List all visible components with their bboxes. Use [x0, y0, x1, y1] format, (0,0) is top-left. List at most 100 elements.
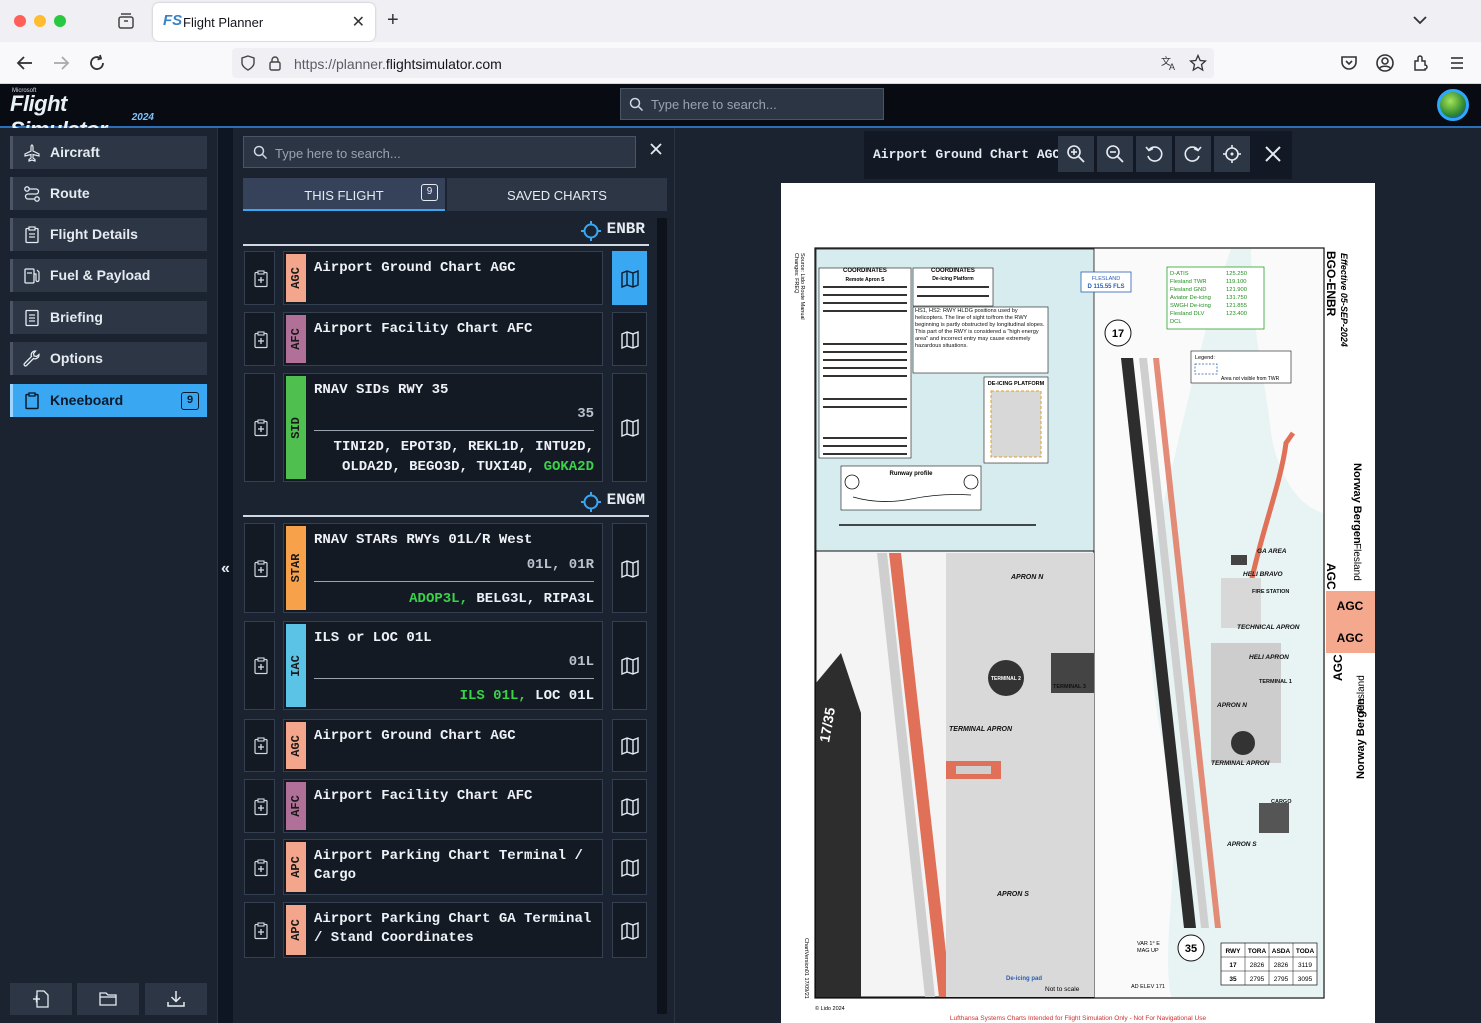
sidebar-item-label: Fuel & Payload — [50, 267, 151, 283]
pocket-icon[interactable] — [1339, 53, 1359, 73]
view-chart-button[interactable] — [612, 839, 647, 895]
table-header: RWY — [1225, 948, 1241, 955]
chart-card[interactable]: APC Airport Parking Chart GA Terminal / … — [283, 902, 603, 958]
chart-list-scrollbar[interactable] — [657, 218, 667, 1014]
window-minimize-button[interactable] — [34, 15, 46, 27]
view-chart-button[interactable] — [612, 373, 647, 482]
chart-card[interactable]: AGC Airport Ground Chart AGC — [283, 719, 603, 772]
shield-icon[interactable] — [240, 55, 256, 71]
sidebar-item-route[interactable]: Route — [10, 177, 207, 210]
center-button[interactable] — [1214, 136, 1250, 172]
chart-type-tag: AGC — [286, 722, 306, 769]
search-icon — [253, 145, 268, 160]
tab-close-icon[interactable]: ✕ — [352, 12, 365, 32]
add-to-kneeboard-button[interactable] — [244, 839, 275, 895]
chart-card[interactable]: AFC Airport Facility Chart AFC — [283, 312, 603, 366]
chart-card[interactable]: AGC Airport Ground Chart AGC — [283, 251, 603, 305]
chart-card[interactable]: STAR RNAV STARs RWYs 01L/R West 01L, 01R… — [283, 523, 603, 613]
coord-line — [823, 294, 907, 296]
add-to-kneeboard-button[interactable] — [244, 312, 275, 366]
table-header: TORA — [1248, 948, 1267, 955]
tab-saved-charts[interactable]: SAVED CHARTS — [447, 178, 667, 211]
window-close-button[interactable] — [14, 15, 26, 27]
view-chart-button[interactable] — [612, 312, 647, 366]
browser-tab[interactable]: FS Flight Planner ✕ — [153, 3, 375, 41]
chart-search-input[interactable]: Type here to search... — [243, 136, 636, 168]
chevron-down-icon[interactable] — [1411, 11, 1429, 29]
bookmark-star-icon[interactable] — [1189, 54, 1207, 72]
view-chart-button[interactable] — [612, 719, 647, 772]
procedure-highlight: ILS 01L, — [459, 688, 527, 704]
coordinates-title: COORDINATES — [843, 268, 887, 274]
tab-this-flight[interactable]: THIS FLIGHT 9 — [243, 178, 445, 211]
reload-icon[interactable] — [87, 53, 107, 73]
zoom-in-button[interactable] — [1058, 136, 1094, 172]
sidebar-item-fuel-payload[interactable]: Fuel & Payload — [10, 259, 207, 292]
chart-title: Airport Ground Chart AGC — [314, 260, 516, 276]
add-to-kneeboard-button[interactable] — [244, 779, 275, 833]
translate-icon[interactable]: 文A — [1160, 54, 1178, 72]
coord-line — [823, 453, 907, 455]
extensions-icon[interactable] — [1411, 53, 1431, 73]
chart-page[interactable]: COORDINATES Remote Apron S COORDINATES D… — [781, 183, 1375, 1023]
chart-title: Airport Facility Chart AFC — [314, 788, 533, 804]
add-to-kneeboard-button[interactable] — [244, 251, 275, 305]
back-arrow-icon[interactable] — [15, 53, 35, 73]
rwy-17-label: 17 — [1112, 328, 1124, 340]
sidebar-item-flight-details[interactable]: Flight Details — [10, 218, 207, 251]
forward-arrow-icon[interactable] — [51, 53, 71, 73]
chart-card[interactable]: AFC Airport Facility Chart AFC — [283, 779, 603, 833]
clipboard-add-icon — [254, 859, 268, 877]
chart-type-label: AFC — [289, 795, 303, 817]
collapse-sidebar-button[interactable]: « — [218, 560, 233, 590]
add-to-kneeboard-button[interactable] — [244, 621, 275, 710]
sidebar-item-briefing[interactable]: Briefing — [10, 301, 207, 334]
clipboard-add-icon — [254, 270, 268, 288]
add-to-kneeboard-button[interactable] — [244, 523, 275, 613]
sidebar-item-kneeboard[interactable]: Kneeboard 9 — [10, 384, 207, 417]
deicing-inset-title: DE-ICING PLATFORM — [988, 381, 1045, 387]
add-to-kneeboard-button[interactable] — [244, 719, 275, 772]
tab-label: THIS FLIGHT — [304, 188, 384, 203]
flight-simulator-logo[interactable]: Microsoft Flight Simulator 2024 — [10, 88, 160, 142]
open-folder-button[interactable] — [77, 983, 139, 1015]
address-bar[interactable]: https://planner.flightsimulator.com 文A — [232, 48, 1214, 78]
sidebar-item-options[interactable]: Options — [10, 342, 207, 375]
effective-date: Effective 05-SEP-2024 — [1339, 253, 1349, 347]
airport-icao: BGO-ENBR — [1324, 251, 1338, 317]
view-chart-button[interactable] — [612, 523, 647, 613]
zoom-out-button[interactable] — [1097, 136, 1133, 172]
table-cell: 2826 — [1274, 962, 1289, 969]
rotate-left-button[interactable] — [1136, 136, 1172, 172]
chart-card[interactable]: IAC ILS or LOC 01L 01L ILS 01L, LOC 01L — [283, 621, 603, 710]
lock-icon[interactable] — [267, 55, 283, 71]
procedure-names: BELG3L, RIPA3L — [467, 591, 594, 607]
tab-overview-icon[interactable] — [116, 11, 136, 31]
view-chart-button[interactable] — [612, 621, 647, 710]
add-to-kneeboard-button[interactable] — [244, 902, 275, 958]
add-to-kneeboard-button[interactable] — [244, 373, 275, 482]
download-button[interactable] — [145, 983, 207, 1015]
chart-list: ENBR AGC Airport Ground Chart AGC AFC Ai… — [243, 216, 655, 1016]
heli-bravo-label: HELI BRAVO — [1243, 571, 1283, 578]
chart-runways: 01L — [568, 654, 594, 670]
clipboard-add-icon — [254, 922, 268, 940]
chart-card[interactable]: APC Airport Parking Chart Terminal / Car… — [283, 839, 603, 895]
url-text: https://planner.flightsimulator.com — [294, 56, 502, 72]
view-chart-button[interactable] — [612, 902, 647, 958]
new-tab-icon[interactable]: + — [387, 9, 399, 32]
account-icon[interactable] — [1375, 53, 1395, 73]
rotate-right-button[interactable] — [1175, 136, 1211, 172]
window-maximize-button[interactable] — [54, 15, 66, 27]
close-icon[interactable] — [649, 142, 663, 156]
view-chart-button[interactable] — [612, 251, 647, 305]
chart-card[interactable]: SID RNAV SIDs RWY 35 35 TINI2D, EPOT3D, … — [283, 373, 603, 482]
close-viewer-icon[interactable] — [1258, 139, 1288, 169]
view-chart-button[interactable] — [612, 779, 647, 833]
menu-icon[interactable] — [1447, 53, 1467, 73]
global-search-input[interactable]: Type here to search... — [620, 88, 884, 120]
chart-row: AFC Airport Facility Chart AFC — [243, 312, 649, 366]
world-globe-icon[interactable] — [1437, 89, 1469, 121]
sidebar-item-aircraft[interactable]: Aircraft — [10, 136, 207, 169]
new-chart-button[interactable] — [10, 983, 72, 1015]
